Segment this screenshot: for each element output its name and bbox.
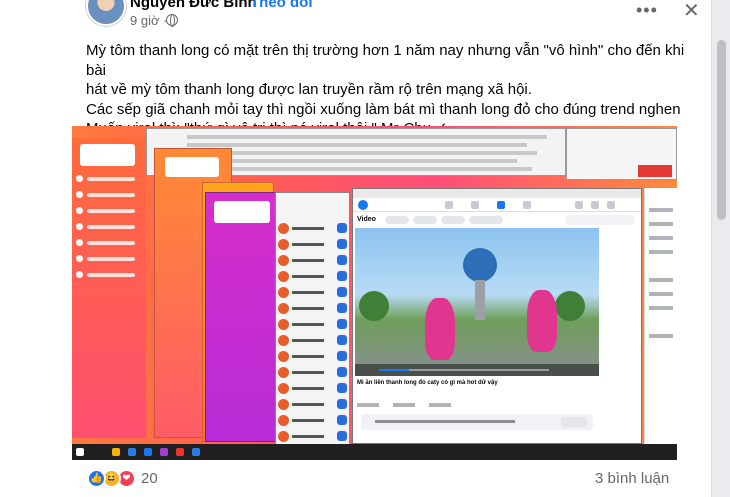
software-logo (80, 144, 135, 166)
comment-count[interactable]: 3 bình luận (595, 470, 669, 487)
author-name[interactable]: Nguyễn Đức Bình (130, 0, 257, 11)
globe-icon (166, 14, 178, 27)
post-text-line: Mỳ tôm thanh long có mặt trên thị trường… (86, 42, 685, 79)
video-frame (355, 228, 599, 376)
video-actions (357, 394, 597, 407)
video-section-title: Video (357, 216, 376, 223)
post-text-line: hát về mỳ tôm thanh long được lan truyền… (86, 81, 532, 98)
software-logo (165, 157, 219, 177)
menu-item (76, 206, 140, 216)
facebook-logo-icon (358, 200, 368, 210)
follow-separator: · (239, 0, 244, 11)
account-list (275, 192, 350, 448)
post-text-line: Các sếp giã chanh mỏi tay thì ngồi xuống… (86, 100, 681, 118)
reactions-summary[interactable]: 👍 😆 ❤ (87, 469, 139, 489)
browser-window: Video Mì ăn liền thanh long đỏ caty có g… (352, 188, 642, 444)
post-text: Mỳ tôm thanh long có mặt trên thị trường… (86, 41, 686, 139)
video-search-input (565, 215, 635, 225)
browser-sidebar (644, 188, 677, 444)
menu-item (76, 190, 140, 200)
facebook-nav (353, 198, 641, 212)
scrollbar[interactable] (712, 0, 730, 497)
menu-item (76, 238, 140, 248)
ellipsis-icon[interactable]: ••• (636, 0, 658, 21)
like-icon: 👍 (87, 469, 106, 488)
author-avatar[interactable] (86, 0, 126, 26)
post-card: Nguyễn Đức Bình · Theo dõi 9 giờ · ••• ✕… (0, 0, 712, 497)
video-caption: Mì ăn liền thanh long đỏ caty có gì mà h… (357, 380, 498, 386)
menu-item (76, 222, 140, 232)
menu-item (76, 254, 140, 264)
software-window-main (72, 138, 146, 438)
scrollbar-thumb[interactable] (717, 40, 726, 220)
close-icon[interactable]: ✕ (683, 0, 700, 23)
post-time[interactable]: 9 giờ · (130, 13, 167, 28)
windows-taskbar (72, 444, 677, 460)
reaction-count[interactable]: 20 (141, 470, 158, 487)
software-window-purple (205, 192, 280, 442)
follow-button[interactable]: Theo dõi (250, 0, 313, 11)
software-settings-panel (566, 128, 677, 180)
address-bar (353, 189, 641, 198)
software-logo (214, 201, 270, 223)
menu-item (76, 174, 140, 184)
menu-item (76, 270, 140, 280)
stop-button (638, 165, 672, 177)
post-image[interactable]: Video Mì ăn liền thanh long đỏ caty có g… (72, 126, 677, 460)
hidden-video-notice (361, 414, 593, 430)
